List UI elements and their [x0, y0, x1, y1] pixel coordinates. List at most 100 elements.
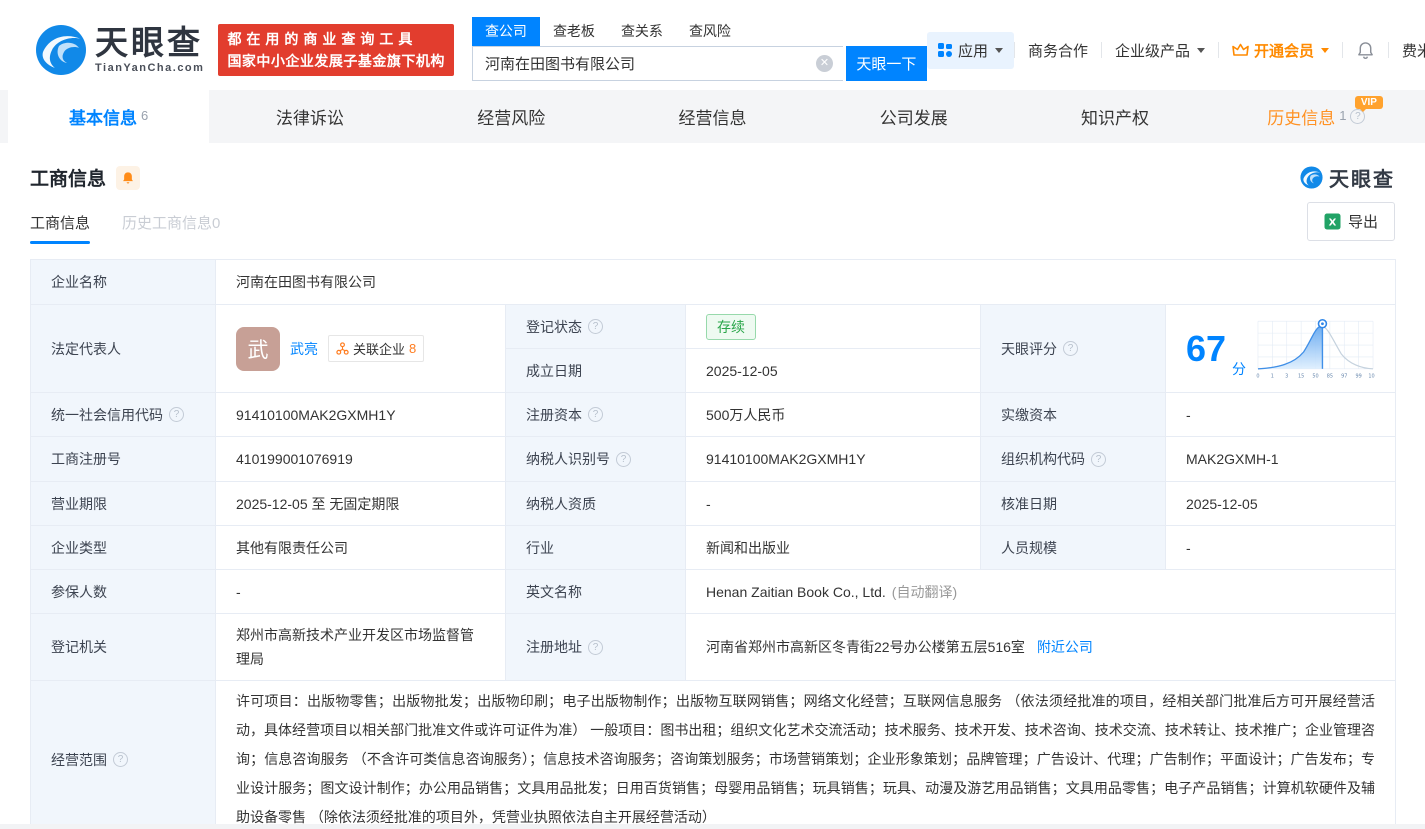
subtab-business-info[interactable]: 工商信息: [30, 212, 91, 244]
svg-text:3: 3: [1285, 373, 1288, 379]
field-label-reg-number: 工商注册号: [30, 436, 216, 482]
table-row: 营业期限 2025-12-05 至 无固定期限 纳税人资质 - 核准日期 202…: [30, 481, 1397, 526]
help-icon[interactable]: ?: [169, 407, 184, 422]
clear-icon[interactable]: ✕: [815, 55, 833, 72]
related-count: 8: [409, 341, 417, 356]
industry-value: 新闻和出版业: [685, 525, 981, 570]
notifications-button[interactable]: [1343, 41, 1388, 60]
slogan-banner: 都在用的商业查询工具 国家中小企业发展子基金旗下机构: [218, 24, 454, 76]
field-label-reg-capital: 注册资本?: [505, 392, 686, 437]
help-icon[interactable]: ?: [588, 639, 603, 655]
tab-basic-info[interactable]: 基本信息 6: [8, 90, 210, 143]
user-menu[interactable]: 费米: [1389, 40, 1425, 61]
vip-badge: VIP: [1354, 96, 1383, 112]
subtab-history-business-info[interactable]: 历史工商信息0: [122, 212, 220, 244]
table-row: 工商注册号 410199001076919 纳税人识别号? 91410100MA…: [30, 436, 1397, 482]
search-tab-relation[interactable]: 查关系: [608, 17, 676, 46]
company-type-value: 其他有限责任公司: [215, 525, 506, 570]
menu-cooperation[interactable]: 商务合作: [1015, 40, 1101, 61]
tab-count: 6: [141, 108, 149, 123]
avatar[interactable]: 武: [236, 326, 280, 371]
score-value: 67: [1186, 327, 1227, 369]
tab-legal-litigation[interactable]: 法律诉讼: [209, 90, 410, 143]
monitor-bell-button[interactable]: [116, 165, 141, 190]
score-distribution-chart: 0 1 3 15 50 85 97 99 100: [1256, 318, 1375, 379]
nearby-companies-link[interactable]: 附近公司: [1037, 639, 1093, 655]
paid-capital-value: -: [1164, 392, 1397, 437]
slogan-line1: 都在用的商业查询工具: [227, 31, 418, 47]
tianyancha-logo[interactable]: 天眼查 TianYanCha.com: [35, 24, 204, 76]
svg-text:50: 50: [1312, 373, 1318, 379]
header-menu: 应用 商务合作 企业级产品 开通会员 费米: [926, 31, 1425, 69]
help-icon[interactable]: ?: [113, 752, 128, 767]
field-label-tyc-score: 天眼评分?: [980, 304, 1166, 393]
svg-text:1: 1: [1271, 373, 1274, 379]
svg-text:99: 99: [1356, 373, 1362, 379]
tab-operation-risk[interactable]: 经营风险: [411, 90, 612, 143]
credit-code-value: 91410100MAK2GXMH1Y: [215, 392, 506, 437]
site-header: 天眼查 TianYanCha.com 都在用的商业查询工具 国家中小企业发展子基…: [0, 0, 1425, 90]
field-label-taxpayer-quali: 纳税人资质: [505, 481, 686, 526]
english-name-cell: Henan Zaitian Book Co., Ltd. (自动翻译): [684, 569, 1397, 614]
search-tabs: 查公司 查老板 查关系 查风险: [471, 17, 927, 46]
search-input[interactable]: [471, 46, 843, 81]
company-name-value: 河南在田图书有限公司: [214, 259, 1397, 305]
tab-count: 1: [1339, 108, 1347, 123]
svg-text:X: X: [1329, 218, 1337, 229]
field-label-industry: 行业: [505, 525, 686, 570]
field-label-reg-address: 注册地址?: [505, 613, 686, 681]
help-icon[interactable]: ?: [1063, 341, 1078, 356]
logo-domain: TianYanCha.com: [95, 62, 205, 74]
reg-capital-value: 500万人民币: [685, 392, 981, 437]
chevron-down-icon: [1196, 47, 1205, 53]
bell-icon: [1358, 41, 1373, 59]
tianyancha-logo-icon: [36, 25, 86, 75]
org-network-icon: [336, 342, 349, 355]
svg-text:97: 97: [1341, 373, 1347, 379]
svg-text:85: 85: [1327, 373, 1333, 379]
field-label-staff-size: 人员规模: [980, 525, 1166, 570]
tianyancha-logo-icon: [1300, 166, 1323, 189]
menu-apps[interactable]: 应用: [926, 31, 1014, 69]
tab-history-info[interactable]: VIP 历史信息 1 ?: [1216, 90, 1417, 143]
business-scope-value: 许可项目：出版物零售；出版物批发；出版物印刷；电子出版物制作；出版物互联网销售；…: [214, 680, 1397, 829]
field-label-business-term: 营业期限: [30, 481, 216, 526]
help-icon[interactable]: ?: [1091, 451, 1106, 467]
search-tab-company[interactable]: 查公司: [471, 17, 540, 46]
search-block: 查公司 查老板 查关系 查风险 ✕ 天眼一下: [471, 17, 927, 81]
business-term-value: 2025-12-05 至 无固定期限: [215, 481, 506, 526]
field-label-company-name: 企业名称: [30, 259, 216, 305]
section-title: 工商信息: [30, 169, 107, 190]
excel-icon: X: [1324, 213, 1341, 230]
help-icon[interactable]: ?: [616, 451, 631, 467]
table-row: 企业名称 河南在田图书有限公司: [30, 259, 1397, 305]
related-companies-badge[interactable]: 关联企业 8: [328, 335, 425, 362]
business-info-table: 企业名称 河南在田图书有限公司 法定代表人 武 武亮 关联企业 8 登记状态 ?…: [30, 259, 1397, 829]
tab-intellectual-property[interactable]: 知识产权: [1014, 90, 1215, 143]
apps-grid-icon: [937, 42, 952, 57]
search-tab-risk[interactable]: 查风险: [676, 17, 744, 46]
chevron-down-icon: [994, 47, 1003, 53]
field-label-taxpayer-id: 纳税人识别号?: [505, 436, 686, 482]
approval-date-value: 2025-12-05: [1164, 481, 1397, 526]
legal-rep-link[interactable]: 武亮: [290, 339, 318, 359]
svg-text:100: 100: [1368, 373, 1375, 379]
search-tab-boss[interactable]: 查老板: [540, 17, 608, 46]
menu-open-vip[interactable]: 开通会员: [1219, 40, 1342, 61]
tab-company-development[interactable]: 公司发展: [813, 90, 1014, 143]
export-button[interactable]: X 导出: [1306, 202, 1395, 241]
table-row: 经营范围? 许可项目：出版物零售；出版物批发；出版物印刷；电子出版物制作；出版物…: [30, 680, 1397, 829]
main-content: 工商信息 天眼查 工商信息 历史工商信息0 X 导出 企业名称 河南在田图书有限…: [0, 163, 1425, 829]
field-label-english-name: 英文名称: [505, 569, 686, 614]
bell-icon: [123, 171, 133, 183]
field-label-insured-count: 参保人数: [30, 569, 216, 614]
reg-number-value: 410199001076919: [215, 436, 506, 482]
search-button[interactable]: 天眼一下: [845, 46, 927, 81]
help-icon[interactable]: ?: [588, 319, 603, 334]
tab-operation-info[interactable]: 经营信息: [612, 90, 813, 143]
table-row: 参保人数 - 英文名称 Henan Zaitian Book Co., Ltd.…: [30, 569, 1397, 614]
menu-enterprise[interactable]: 企业级产品: [1102, 40, 1218, 61]
reg-address-cell: 河南省郑州市高新区冬青街22号办公楼第五层516室 附近公司: [684, 613, 1397, 681]
help-icon[interactable]: ?: [588, 407, 603, 422]
table-row: 法定代表人 武 武亮 关联企业 8 登记状态 ? 存续 天眼评分 ? 67 分 …: [30, 304, 1397, 393]
